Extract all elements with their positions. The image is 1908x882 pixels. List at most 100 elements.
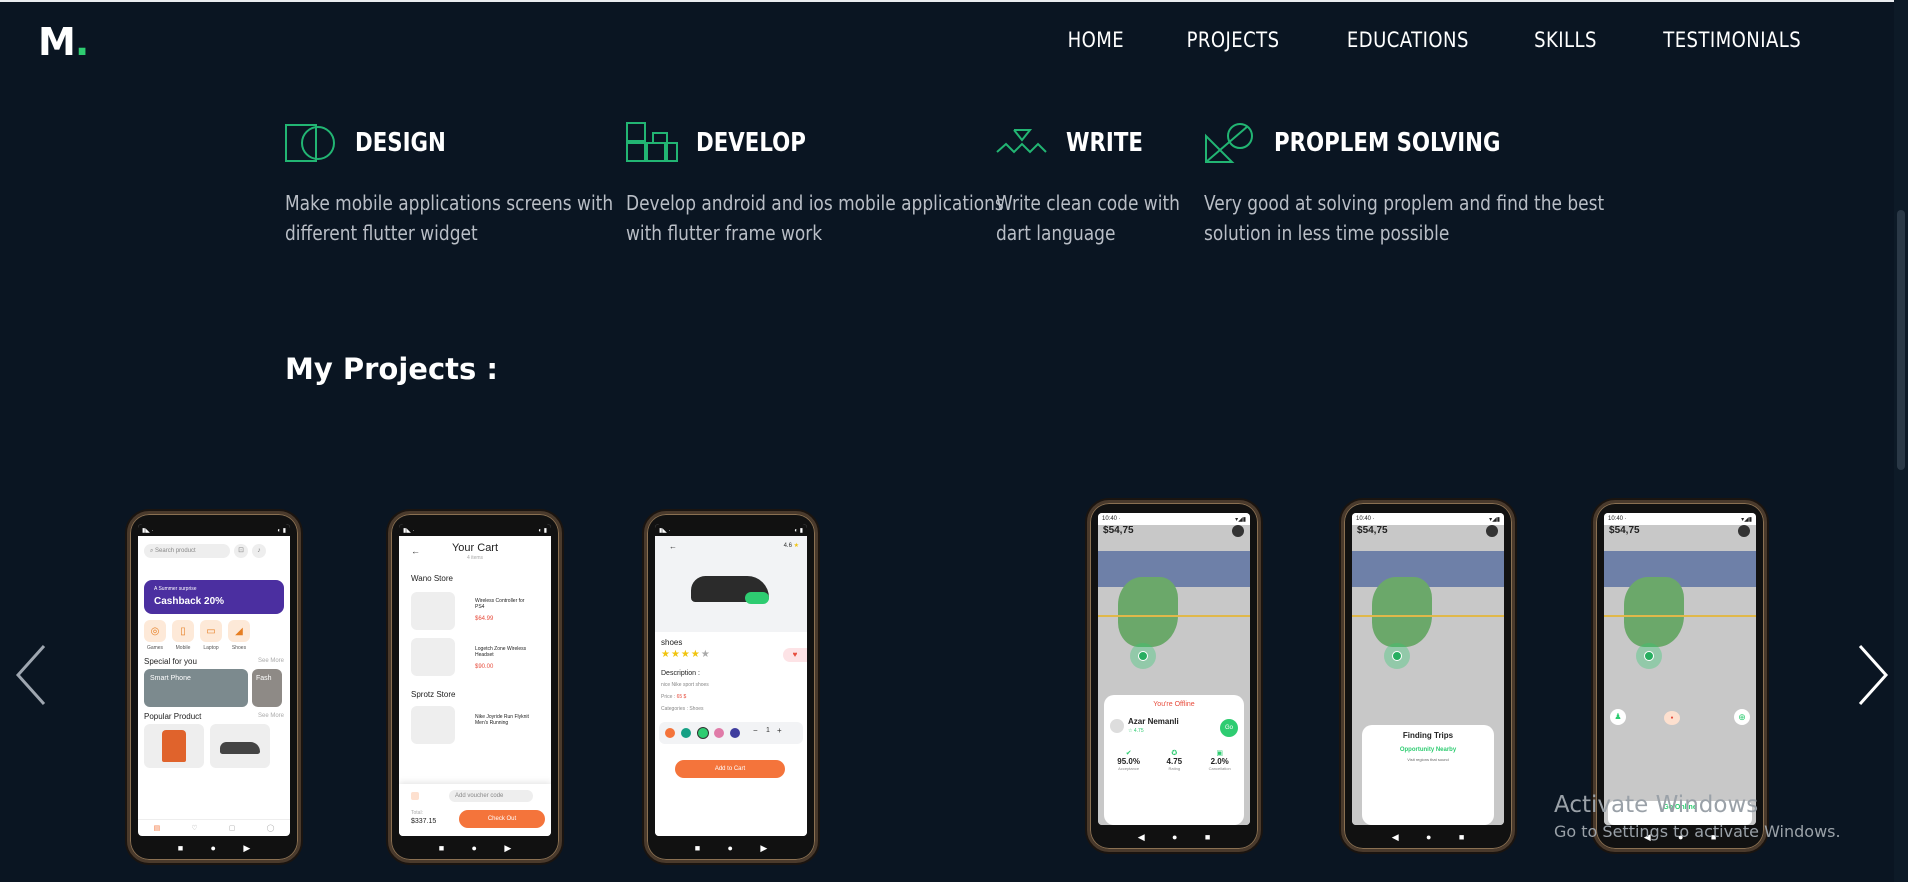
project-phone-ecommerce-home[interactable]: ▮◣ · ◐ ▮ ⌕ Search product ⊡ ♪ A Summer su… xyxy=(127,511,301,863)
avatar[interactable] xyxy=(1738,525,1750,537)
map-water xyxy=(1604,551,1756,587)
map-park xyxy=(1118,577,1178,647)
voucher-input[interactable]: Add voucher code xyxy=(449,790,533,802)
square-icon[interactable]: ■ xyxy=(439,843,444,853)
add-to-cart-button[interactable]: Add to Cart xyxy=(675,760,785,778)
carousel-prev-button[interactable] xyxy=(12,640,52,710)
service-design: DESIGN Make mobile applications screens … xyxy=(285,120,671,248)
circle-icon[interactable]: ● xyxy=(728,843,733,853)
product-tile[interactable] xyxy=(210,724,270,768)
square-icon[interactable]: ■ xyxy=(1205,832,1210,842)
watermark-title: Activate Windows xyxy=(1554,792,1759,818)
site-logo[interactable]: M. xyxy=(38,20,89,64)
target-icon[interactable]: ⊕ xyxy=(1734,709,1750,725)
page-scrollbar[interactable] xyxy=(1894,0,1908,882)
offline-status: You're Offline xyxy=(1153,701,1195,708)
item-price: $64.99 xyxy=(475,616,494,622)
tab-shop-icon[interactable]: ▤ xyxy=(154,824,161,832)
project-phone-product-details[interactable]: ▮◣ · ◐ ▮ ← 4.6 ★ shoes ★★★★★ ♥ Descriptio… xyxy=(644,511,818,863)
search-input[interactable]: ⌕ Search product xyxy=(144,544,230,558)
circle-icon[interactable]: ● xyxy=(1426,832,1431,842)
special-tile[interactable]: Smart Phone xyxy=(144,669,248,707)
quantity-value: 1 xyxy=(766,727,770,734)
service-problem-solving: PROPLEM SOLVING Very good at solving pro… xyxy=(1204,120,1675,248)
finding-trips-card: Finding Trips Opportunity Nearby Visit r… xyxy=(1362,725,1494,825)
circle-icon[interactable]: ● xyxy=(211,843,216,853)
rating-badge: 4.6 ★ xyxy=(784,542,799,549)
minus-icon[interactable]: − xyxy=(753,726,758,735)
chevron-left-icon xyxy=(15,644,46,706)
tab-heart-icon[interactable]: ♡ xyxy=(191,824,197,832)
project-phone-driver-offline[interactable]: 10:40 · ▾◢▮ $54,75 You're Offline Azar Ne… xyxy=(1087,500,1261,852)
projects-heading: My Projects : xyxy=(285,352,498,386)
nav-projects[interactable]: PROJECTS xyxy=(1186,28,1279,52)
square-icon[interactable]: ■ xyxy=(695,843,700,853)
cart-subtitle: 4 items xyxy=(466,555,484,561)
avatar[interactable] xyxy=(1486,525,1498,537)
main-nav: HOME PROJECTS EDUCATIONS SKILLS TESTIMON… xyxy=(1063,28,1812,52)
square-icon[interactable]: ■ xyxy=(1459,832,1464,842)
circle-icon[interactable]: ● xyxy=(472,843,477,853)
square-icon[interactable]: ■ xyxy=(178,843,183,853)
triangle-icon[interactable]: ◀ xyxy=(1392,832,1399,843)
nav-home[interactable]: HOME xyxy=(1068,28,1125,52)
color-swatch[interactable] xyxy=(681,728,691,738)
nav-testimonials[interactable]: TESTIMONIALS xyxy=(1663,28,1801,52)
scrollbar-thumb[interactable] xyxy=(1897,210,1905,470)
tab-chat-icon[interactable]: ▢ xyxy=(229,824,236,832)
color-swatch-selected[interactable] xyxy=(697,727,709,739)
bell-icon[interactable]: ♪ xyxy=(252,544,266,558)
carousel-next-button[interactable] xyxy=(1852,640,1892,710)
circle-icon[interactable]: ● xyxy=(1172,832,1177,842)
heat-icon[interactable]: ● xyxy=(1664,711,1680,725)
promo-banner[interactable]: A Summer surprise Cashback 20% xyxy=(144,580,284,614)
tab-user-icon[interactable]: ◯ xyxy=(267,824,275,832)
cart-icon[interactable]: ⊡ xyxy=(234,544,248,558)
triangle-icon[interactable]: ▶ xyxy=(243,843,250,854)
project-phone-cart[interactable]: ▮◣ · ◐ ▮ ← Your Cart 4 items Wano Store W… xyxy=(388,511,562,863)
profile-icon[interactable]: ♟ xyxy=(1610,709,1626,725)
watermark-subtitle: Go to Settings to activate Windows. xyxy=(1554,822,1841,841)
phone-screen: 10:40 · ▾◢▮ $54,75 Finding Trips Opportun… xyxy=(1352,513,1504,825)
category-shoes-icon[interactable]: ◢ xyxy=(228,620,250,642)
color-swatch[interactable] xyxy=(714,728,724,738)
map-park xyxy=(1624,577,1684,647)
triangle-icon[interactable]: ◀ xyxy=(1138,832,1145,843)
earnings: $54,75 xyxy=(1103,525,1134,536)
logo-dot: . xyxy=(74,20,89,64)
details-panel: shoes ★★★★★ ♥ Description : nice Nike sp… xyxy=(655,632,807,836)
triangle-icon[interactable]: ▶ xyxy=(504,843,511,854)
special-tile[interactable]: Fash xyxy=(252,669,282,707)
project-phone-finding-trips[interactable]: 10:40 · ▾◢▮ $54,75 Finding Trips Opportun… xyxy=(1341,500,1515,852)
category-laptop-icon[interactable]: ▭ xyxy=(200,620,222,642)
plus-icon[interactable]: + xyxy=(777,726,782,735)
checkout-button[interactable]: Check Out xyxy=(459,810,545,828)
status-bar: 10:40 · ▾◢▮ xyxy=(1352,513,1504,525)
status-bar: 10:40 · ▾◢▮ xyxy=(1098,513,1250,525)
item-name: Logetch Zone Wireless Headset xyxy=(475,646,527,658)
stat-value: 4.75 xyxy=(1166,757,1183,766)
see-more-link[interactable]: See More xyxy=(258,658,284,664)
category-mobile-icon[interactable]: ▯ xyxy=(172,620,194,642)
cart-title: Your Cart xyxy=(451,542,499,554)
desc-line: different flutter widget xyxy=(285,221,478,245)
favorite-heart-icon[interactable]: ♥ xyxy=(783,648,807,662)
nav-educations[interactable]: EDUCATIONS xyxy=(1347,28,1469,52)
star-icon: ✪ xyxy=(1171,750,1178,757)
driver-name: Azar Nemanli xyxy=(1128,717,1179,726)
price-value: 65 $ xyxy=(676,694,687,700)
color-swatch[interactable] xyxy=(730,728,740,738)
map-road xyxy=(1098,615,1250,617)
see-more-link[interactable]: See More xyxy=(258,713,284,719)
triangle-icon[interactable]: ▶ xyxy=(760,843,767,854)
color-swatch[interactable] xyxy=(665,728,675,738)
map-water xyxy=(1352,551,1504,587)
go-online-button[interactable]: Go xyxy=(1220,719,1238,737)
category-games-icon[interactable]: ◎ xyxy=(144,620,166,642)
service-desc: Very good at solving proplem and find th… xyxy=(1204,188,1604,248)
product-tile[interactable] xyxy=(144,724,204,768)
back-arrow-icon[interactable]: ← xyxy=(669,542,677,551)
nav-skills[interactable]: SKILLS xyxy=(1534,28,1597,52)
avatar[interactable] xyxy=(1232,525,1244,537)
description-label: Description : xyxy=(661,670,700,677)
